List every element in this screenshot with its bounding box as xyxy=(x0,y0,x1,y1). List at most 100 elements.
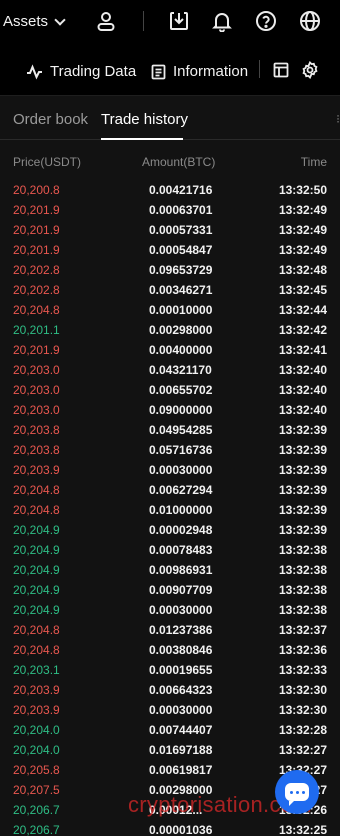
trade-price: 20,203.1 xyxy=(13,663,60,677)
trade-amount: 0.00907709 xyxy=(149,583,213,597)
trade-row: 20,203.1 0.00019655 13:32:33 xyxy=(0,660,340,680)
information-link[interactable]: Information xyxy=(151,63,248,80)
trade-price: 20,200.8 xyxy=(13,183,60,197)
trade-row: 20,202.8 0.09653729 13:32:48 xyxy=(0,260,340,280)
trade-time: 13:32:44 xyxy=(278,303,327,317)
globe-icon[interactable] xyxy=(297,8,323,34)
trade-time: 13:32:36 xyxy=(278,643,327,657)
trading-data-label: Trading Data xyxy=(50,63,137,80)
trade-price: 20,204.8 xyxy=(13,503,60,517)
information-label: Information xyxy=(173,63,249,80)
trade-price: 20,204.9 xyxy=(13,603,60,617)
trade-row: 20,201.9 0.00063701 13:32:49 xyxy=(0,200,340,220)
trade-time: 13:32:49 xyxy=(278,243,327,257)
trade-price: 20,203.0 xyxy=(13,403,60,417)
trade-price: 20,201.1 xyxy=(13,323,60,337)
trade-row: 20,201.9 0.00054847 13:32:49 xyxy=(0,240,340,260)
trade-price: 20,207.5 xyxy=(13,783,60,797)
trade-price: 20,205.8 xyxy=(13,763,60,777)
gear-icon[interactable] xyxy=(300,60,320,80)
assets-dropdown[interactable]: Assets xyxy=(3,13,66,30)
trade-time: 13:32:30 xyxy=(278,683,327,697)
chevron-down-icon xyxy=(54,13,66,26)
trade-time: 13:32:39 xyxy=(278,503,327,517)
trade-time: 13:32:39 xyxy=(278,523,327,537)
divider xyxy=(259,60,260,78)
trade-row: 20,204.9 0.00986931 13:32:38 xyxy=(0,560,340,580)
trade-time: 13:32:37 xyxy=(278,623,327,637)
tab-bar: Order book Trade history ⁝ xyxy=(0,96,340,140)
trade-row: 20,202.8 0.00346271 13:32:45 xyxy=(0,280,340,300)
trade-time: 13:32:50 xyxy=(278,183,327,197)
trade-amount: 0.00012... xyxy=(149,803,203,817)
column-header-price: Price(USDT) xyxy=(13,155,81,169)
trade-price: 20,203.8 xyxy=(13,423,60,437)
trade-row: 20,204.8 0.00010000 13:32:44 xyxy=(0,300,340,320)
trade-amount: 0.00030000 xyxy=(149,603,213,617)
tab-trade-history[interactable]: Trade history xyxy=(101,111,188,128)
trade-price: 20,203.0 xyxy=(13,363,60,377)
trade-price: 20,203.9 xyxy=(13,463,60,477)
trade-row: 20,204.8 0.01000000 13:32:39 xyxy=(0,500,340,520)
layout-icon[interactable] xyxy=(271,60,291,80)
trade-time: 13:32:40 xyxy=(278,363,327,377)
trade-price: 20,201.9 xyxy=(13,203,60,217)
help-icon[interactable] xyxy=(253,8,279,34)
trade-amount: 0.04954285 xyxy=(149,423,213,437)
trade-price: 20,202.8 xyxy=(13,283,60,297)
trade-amount: 0.00400000 xyxy=(149,343,213,357)
trade-row: 20,204.9 0.00002948 13:32:39 xyxy=(0,520,340,540)
trading-data-link[interactable]: Trading Data xyxy=(26,63,136,80)
trade-amount: 0.00655702 xyxy=(149,383,213,397)
trade-row: 20,201.9 0.00057331 13:32:49 xyxy=(0,220,340,240)
user-icon[interactable] xyxy=(93,8,119,34)
trade-time: 13:32:42 xyxy=(278,323,327,337)
trade-amount: 0.00298000 xyxy=(149,323,213,337)
trade-amount: 0.00744407 xyxy=(149,723,213,737)
trade-amount: 0.00986931 xyxy=(149,563,213,577)
trade-amount: 0.05716736 xyxy=(149,443,213,457)
trade-amount: 0.00030000 xyxy=(149,703,213,717)
trade-time: 13:32:39 xyxy=(278,423,327,437)
trade-row: 20,206.7 0.00001036 13:32:25 xyxy=(0,820,340,836)
top-bar: Assets xyxy=(0,0,340,44)
pulse-icon xyxy=(27,63,42,79)
trade-time: 13:32:38 xyxy=(278,583,327,597)
trade-amount: 0.01697188 xyxy=(149,743,213,757)
download-icon[interactable] xyxy=(166,8,192,34)
tab-order-book[interactable]: Order book xyxy=(13,111,88,128)
trade-row: 20,201.9 0.00400000 13:32:41 xyxy=(0,340,340,360)
trade-row: 20,203.0 0.00655702 13:32:40 xyxy=(0,380,340,400)
trade-amount: 0.00002948 xyxy=(149,523,213,537)
trade-price: 20,204.9 xyxy=(13,583,60,597)
trade-price: 20,204.8 xyxy=(13,483,60,497)
trade-row: 20,203.9 0.00030000 13:32:30 xyxy=(0,700,340,720)
trade-price: 20,204.0 xyxy=(13,743,60,757)
trade-amount: 0.00078483 xyxy=(149,543,213,557)
trade-time: 13:32:38 xyxy=(278,543,327,557)
trade-price: 20,203.9 xyxy=(13,683,60,697)
trade-time: 13:32:49 xyxy=(278,203,327,217)
trade-row: 20,203.0 0.04321170 13:32:40 xyxy=(0,360,340,380)
trade-price: 20,201.9 xyxy=(13,243,60,257)
trade-amount: 0.00346271 xyxy=(149,283,213,297)
trade-row: 20,204.9 0.00078483 13:32:38 xyxy=(0,540,340,560)
trade-amount: 0.00664323 xyxy=(149,683,213,697)
trade-time: 13:32:30 xyxy=(278,703,327,717)
trade-price: 20,204.9 xyxy=(13,543,60,557)
trade-price: 20,204.8 xyxy=(13,303,60,317)
trade-time: 13:32:28 xyxy=(278,723,327,737)
sub-toolbar: Trading Data Information xyxy=(0,44,340,96)
trade-price: 20,204.8 xyxy=(13,643,60,657)
bell-icon[interactable] xyxy=(209,8,235,34)
assets-label: Assets xyxy=(3,13,49,30)
trade-row: 20,203.9 0.00664323 13:32:30 xyxy=(0,680,340,700)
trade-price: 20,203.9 xyxy=(13,703,60,717)
trade-time: 13:32:33 xyxy=(278,663,327,677)
column-header-amount: Amount(BTC) xyxy=(142,155,216,169)
trade-time: 13:32:39 xyxy=(278,443,327,457)
trade-time: 13:32:39 xyxy=(278,483,327,497)
chat-button[interactable] xyxy=(275,770,319,814)
trade-amount: 0.00421716 xyxy=(149,183,213,197)
trade-row: 20,204.8 0.01237386 13:32:37 xyxy=(0,620,340,640)
